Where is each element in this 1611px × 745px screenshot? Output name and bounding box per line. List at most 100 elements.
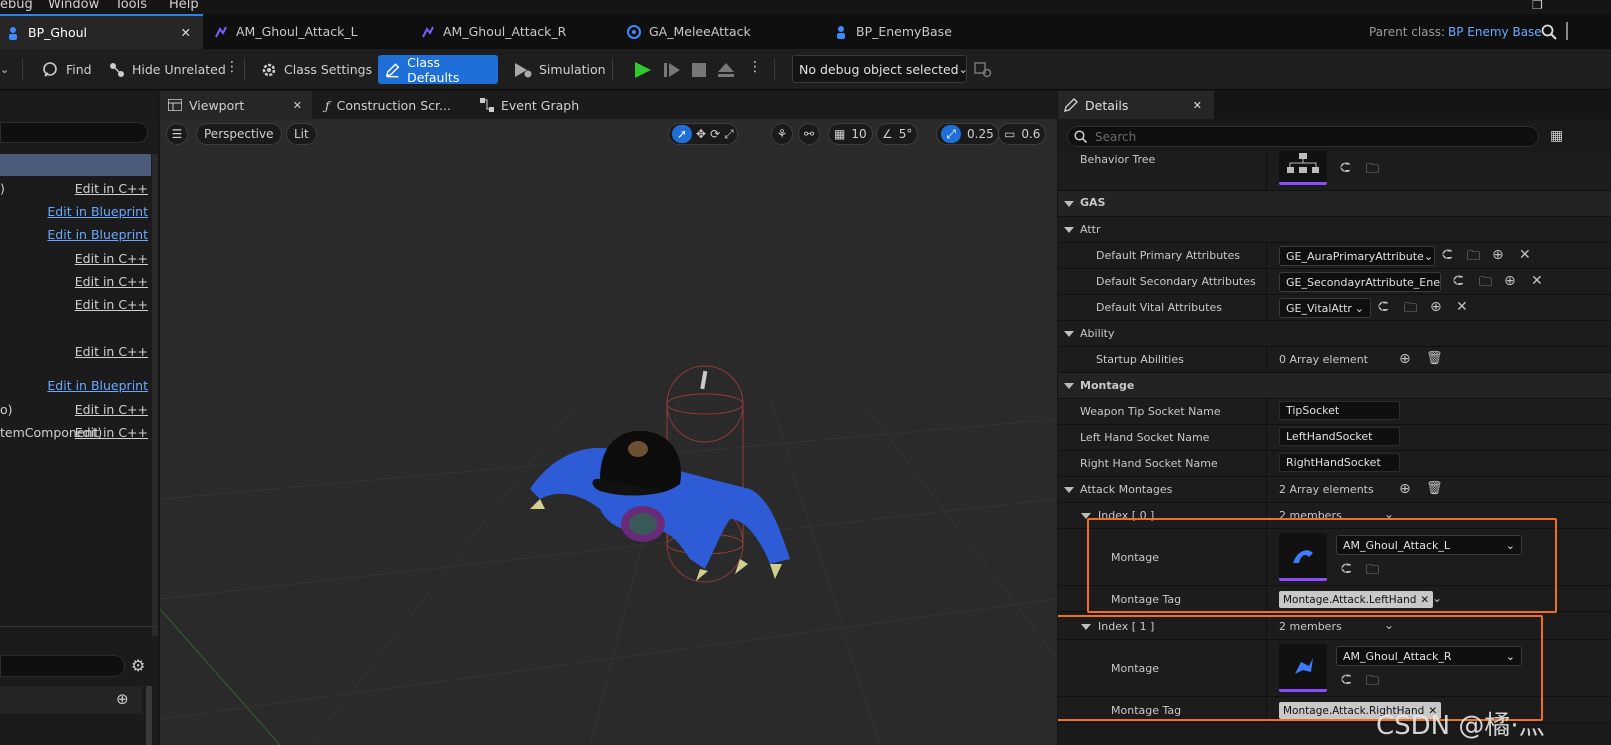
default-primary-attributes-combo[interactable]: GE_AuraPrimaryAttribute ⌄ [1279,246,1435,266]
variable-row[interactable]: Edit in C++ [0,341,152,364]
tab-event-graph[interactable]: Event Graph [472,91,579,119]
category-montage[interactable]: Montage [1058,373,1611,399]
components-search-input[interactable] [0,122,148,143]
default-secondary-attributes-combo[interactable]: GE_SecondayrAttribute_Enen ⌄ [1279,272,1441,292]
play-icon[interactable] [633,61,653,79]
edit-in-cpp-link[interactable]: Edit in C++ [75,297,148,312]
viewport-menu-button[interactable]: ☰ [166,123,188,145]
browse-asset-icon[interactable]: 🗀 [1467,247,1480,269]
close-tab-icon[interactable]: ✕ [1193,99,1202,112]
browse-asset-icon[interactable]: 🗀 [1404,299,1417,321]
behavior-tree-thumbnail[interactable] [1279,151,1327,185]
class-defaults-button[interactable]: Class Defaults [378,55,498,85]
my-blueprint-search-input[interactable] [0,655,125,677]
edit-in-cpp-link[interactable]: Edit in C++ [75,274,148,289]
close-tab-icon[interactable]: ✕ [181,25,191,40]
variable-row[interactable]: Edit in C++ [0,271,152,294]
rotation-snap-button[interactable]: ∠ 5° [876,123,919,145]
menu-tools[interactable]: Tools [115,0,147,12]
variable-row[interactable]: temComponent) Edit in C++ [0,422,152,445]
clear-icon[interactable]: ✕ [1456,299,1468,315]
add-icon[interactable]: ⊕ [1492,247,1504,263]
debug-object-dropdown[interactable]: No debug object selected ⌄ [792,55,967,83]
attack-montages-row[interactable]: Attack Montages 2 Array elements ⊕ 🗑 [1058,477,1611,503]
camera-speed-button[interactable]: ▭ 0.6 [998,123,1047,145]
scrollbar[interactable] [146,686,152,745]
add-icon[interactable]: ⊕ [1430,299,1442,315]
ghoul-character-mesh[interactable] [520,359,820,599]
chevron-down-icon[interactable]: ⌄ [0,63,9,76]
variable-row[interactable]: Edit in C++ [0,294,152,317]
class-settings-button[interactable]: Class Settings [254,55,378,84]
use-selected-icon[interactable]: ⮈ [1340,160,1351,176]
variable-row[interactable]: Edit in Blueprint [0,375,152,398]
edit-in-cpp-link[interactable]: Edit in C++ [75,181,148,196]
menu-debug[interactable]: ebug [0,0,33,12]
menu-window[interactable]: Window [48,0,99,12]
use-selected-icon[interactable]: ⮈ [1453,273,1464,289]
more-options-icon[interactable]: ⋮ [748,59,762,75]
viewport-canvas[interactable]: ☰ Perspective Lit ➚ ✥ ⟳ ⤢ ⚘ ⚯ ▦ 10 ∠ 5° ⤢ 0… [160,119,1057,745]
tab-construction-script[interactable]: ƒ Construction Scr... [317,91,451,119]
details-search-input[interactable]: Search [1067,126,1539,147]
stop-icon[interactable] [691,62,707,78]
eject-icon[interactable] [716,61,736,79]
scale-snap-button[interactable]: ⤢ 0.25 [936,123,999,145]
variable-row[interactable]: Edit in Blueprint [0,224,152,247]
view-mode-button[interactable]: Lit [286,123,317,145]
category-ability[interactable]: Ability [1058,321,1611,347]
gear-icon[interactable]: ⚙ [131,656,145,675]
category-attr[interactable]: Attr [1058,217,1611,243]
clear-icon[interactable]: ✕ [1519,247,1531,263]
weapon-tip-socket-input[interactable]: TipSocket [1279,401,1400,420]
edit-in-cpp-link[interactable]: Edit in C++ [75,344,148,359]
add-icon[interactable]: ⊕ [1399,481,1411,497]
grid-snap-button[interactable]: ▦ 10 [828,123,873,145]
browse-asset-icon[interactable]: 🗀 [1366,160,1379,182]
selected-component-row[interactable] [0,154,151,176]
select-tool-icon[interactable]: ➚ [672,125,692,143]
tab-bp-ghoul[interactable]: BP_Ghoul ✕ [0,14,203,49]
variable-row[interactable]: o) Edit in C++ [0,399,152,422]
browse-asset-icon[interactable]: 🗀 [1479,273,1492,295]
rotate-tool-icon[interactable]: ⟳ [710,127,720,141]
step-icon[interactable] [663,62,681,78]
trash-icon[interactable]: 🗑 [1426,481,1443,496]
edit-in-cpp-link[interactable]: Edit in C++ [75,402,148,417]
tab-bp-enemybase[interactable]: BP_EnemyBase [834,14,952,49]
default-vital-attributes-combo[interactable]: GE_VitalAttr ⌄ [1279,298,1371,318]
search-icon[interactable] [1541,24,1557,40]
simulation-button[interactable]: Simulation [507,55,612,84]
add-icon[interactable]: ⊕ [116,690,129,708]
translate-tool-icon[interactable]: ✥ [696,127,706,141]
edit-in-blueprint-link[interactable]: Edit in Blueprint [47,204,148,219]
restore-window-icon[interactable]: ❐ [1532,0,1543,12]
debug-filter-icon[interactable] [974,62,992,78]
variable-row[interactable]: ) Edit in C++ [0,178,152,201]
coordinate-system-button[interactable]: ⚘ [771,123,793,145]
more-options-icon[interactable]: ⋮ [225,59,239,75]
edit-in-blueprint-link[interactable]: Edit in Blueprint [47,227,148,242]
hide-unrelated-button[interactable]: Hide Unrelated [102,55,232,84]
surface-snap-button[interactable]: ⚯ [798,123,820,145]
tab-details[interactable]: Details ✕ [1058,91,1214,119]
tab-viewport[interactable]: Viewport ✕ [160,91,312,119]
tab-ga-meleeattack[interactable]: GA_MeleeAttack [627,14,751,49]
add-icon[interactable]: ⊕ [1504,273,1516,289]
add-icon[interactable]: ⊕ [1399,351,1411,367]
tab-am-ghoul-attack-l[interactable]: AM_Ghoul_Attack_L [214,14,358,49]
edit-in-cpp-link[interactable]: Edit in C++ [75,251,148,266]
left-hand-socket-input[interactable]: LeftHandSocket [1279,427,1400,446]
category-gas[interactable]: GAS [1058,191,1611,217]
parent-class-link[interactable]: BP Enemy Base [1448,25,1542,39]
perspective-button[interactable]: Perspective [196,123,282,145]
close-tab-icon[interactable]: ✕ [293,99,302,112]
trash-icon[interactable]: 🗑 [1426,351,1443,366]
variable-row[interactable]: Edit in C++ [0,248,152,271]
edit-in-cpp-link[interactable]: Edit in C++ [75,425,148,440]
find-button[interactable]: Find [36,55,98,84]
scale-tool-icon[interactable]: ⤢ [724,127,734,142]
right-hand-socket-input[interactable]: RightHandSocket [1279,453,1400,472]
menu-help[interactable]: Help [169,0,199,12]
use-selected-icon[interactable]: ⮈ [1378,299,1389,315]
